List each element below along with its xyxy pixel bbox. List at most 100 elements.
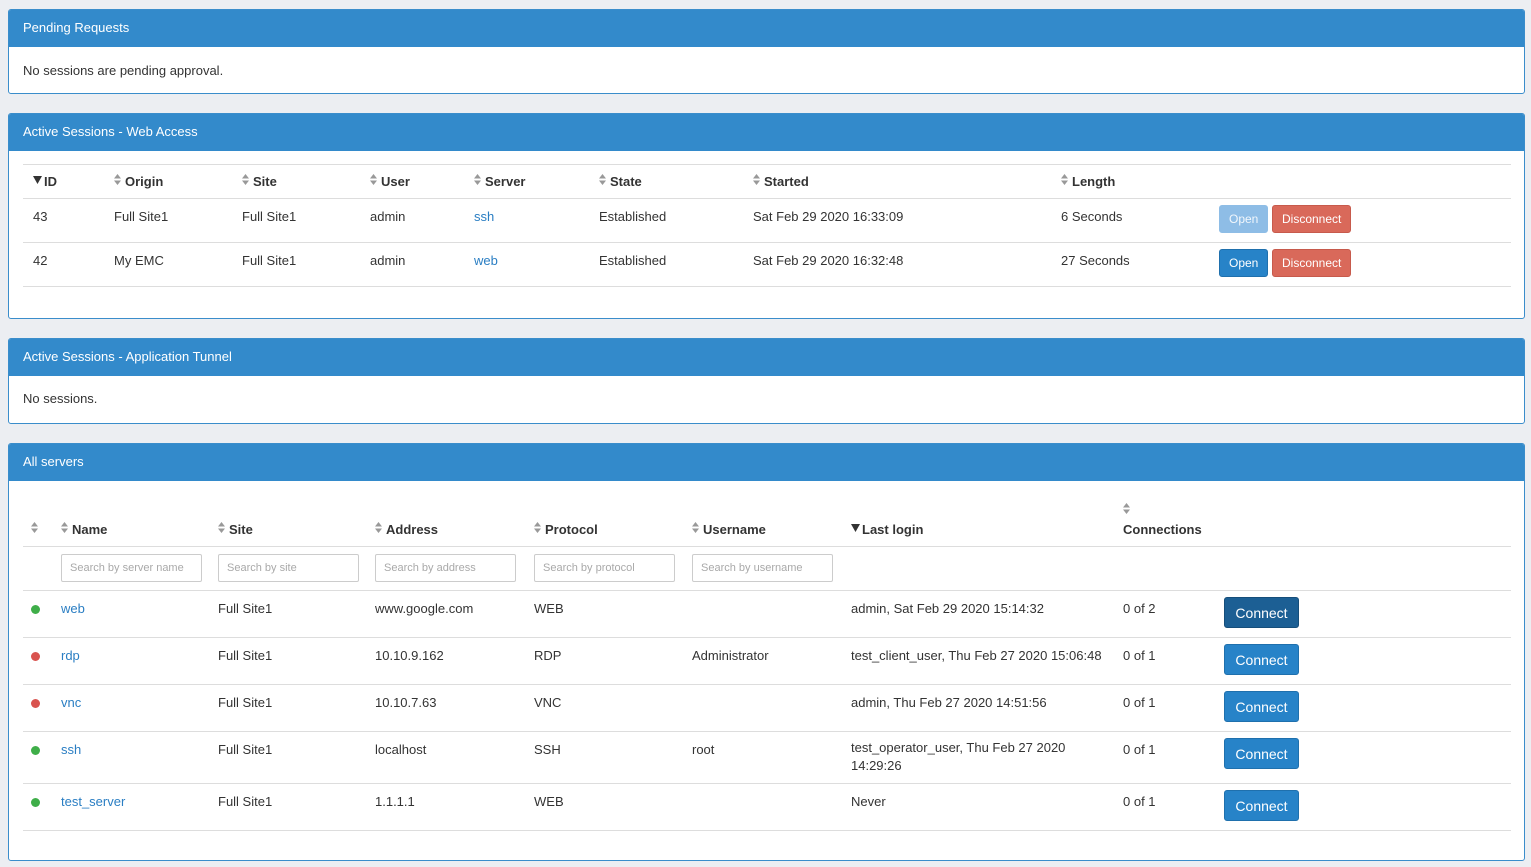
session-site: Full Site1 bbox=[242, 209, 297, 224]
sort-icon bbox=[753, 174, 761, 185]
open-button[interactable]: Open bbox=[1219, 249, 1269, 277]
table-row: ssh Full Site1 localhost SSH root test_o… bbox=[23, 731, 1511, 783]
pending-requests-panel: Pending Requests No sessions are pending… bbox=[8, 9, 1525, 94]
filter-username-input[interactable] bbox=[692, 554, 833, 582]
server-site: Full Site1 bbox=[218, 793, 273, 809]
web-sessions-title: Active Sessions - Web Access bbox=[9, 114, 1524, 151]
server-address: www.google.com bbox=[375, 600, 474, 616]
session-id: 43 bbox=[33, 209, 48, 224]
column-header-site[interactable]: Site bbox=[232, 165, 360, 199]
sort-icon bbox=[1123, 502, 1131, 514]
sort-icon bbox=[31, 521, 39, 533]
sort-icon bbox=[599, 174, 607, 185]
table-row: vnc Full Site1 10.10.7.63 VNC admin, Thu… bbox=[23, 684, 1511, 731]
server-protocol: SSH bbox=[534, 741, 561, 757]
session-origin: My EMC bbox=[114, 253, 164, 268]
server-protocol: VNC bbox=[534, 694, 562, 710]
connect-button[interactable]: Connect bbox=[1224, 690, 1299, 722]
server-connections: 0 of 1 bbox=[1123, 647, 1156, 663]
server-address: localhost bbox=[375, 741, 427, 757]
server-protocol: WEB bbox=[534, 793, 564, 809]
server-name-link[interactable]: vnc bbox=[61, 695, 81, 710]
column-header-started[interactable]: Started bbox=[743, 165, 1051, 199]
all-servers-title: All servers bbox=[9, 444, 1524, 481]
server-last-login: admin, Thu Feb 27 2020 14:51:56 bbox=[851, 694, 1047, 710]
session-state: Established bbox=[599, 253, 667, 268]
sort-desc-icon bbox=[851, 523, 860, 533]
tunnel-sessions-message: No sessions. bbox=[23, 391, 98, 406]
session-user: admin bbox=[370, 209, 406, 224]
connect-button[interactable]: Connect bbox=[1224, 643, 1299, 675]
session-origin: Full Site1 bbox=[114, 209, 169, 224]
sort-icon bbox=[61, 521, 69, 533]
filter-site-input[interactable] bbox=[218, 554, 359, 582]
session-server-link[interactable]: ssh bbox=[474, 209, 494, 224]
server-name-link[interactable]: web bbox=[61, 601, 85, 616]
sort-desc-icon bbox=[33, 175, 42, 185]
server-name-link[interactable]: test_server bbox=[61, 794, 125, 809]
web-sessions-panel: Active Sessions - Web Access ID Origin S… bbox=[8, 113, 1525, 319]
server-last-login: test_operator_user, Thu Feb 27 2020 14:2… bbox=[851, 739, 1066, 773]
server-connections: 0 of 1 bbox=[1123, 793, 1156, 809]
server-last-login: admin, Sat Feb 29 2020 15:14:32 bbox=[851, 600, 1044, 616]
column-header-last-login[interactable]: Last login bbox=[843, 491, 1115, 546]
open-button[interactable]: Open bbox=[1219, 205, 1269, 233]
column-header-id[interactable]: ID bbox=[23, 165, 104, 199]
session-length: 6 Seconds bbox=[1061, 209, 1123, 224]
column-header-connections[interactable]: Connections bbox=[1115, 491, 1216, 546]
sort-icon bbox=[474, 174, 482, 185]
column-header-site[interactable]: Site bbox=[210, 491, 367, 546]
sort-icon bbox=[692, 521, 700, 533]
server-site: Full Site1 bbox=[218, 600, 273, 616]
sort-icon bbox=[370, 174, 378, 185]
session-site: Full Site1 bbox=[242, 253, 297, 268]
disconnect-button[interactable]: Disconnect bbox=[1271, 249, 1352, 277]
column-header-status[interactable] bbox=[23, 491, 53, 546]
server-name-link[interactable]: rdp bbox=[61, 648, 80, 663]
server-protocol: RDP bbox=[534, 647, 562, 663]
server-site: Full Site1 bbox=[218, 741, 273, 757]
server-address: 10.10.7.63 bbox=[375, 694, 437, 710]
column-header-username[interactable]: Username bbox=[684, 491, 843, 546]
table-row: 43 Full Site1 Full Site1 admin ssh Estab… bbox=[23, 199, 1511, 243]
table-row: test_server Full Site1 1.1.1.1 WEB Never… bbox=[23, 783, 1511, 830]
sort-icon bbox=[534, 521, 542, 533]
filter-name-input[interactable] bbox=[61, 554, 202, 582]
filter-protocol-input[interactable] bbox=[534, 554, 675, 582]
connect-button[interactable]: Connect bbox=[1224, 789, 1299, 821]
server-connections: 0 of 1 bbox=[1123, 694, 1156, 710]
sort-icon bbox=[1061, 174, 1069, 185]
session-server-link[interactable]: web bbox=[474, 253, 498, 268]
column-header-server[interactable]: Server bbox=[464, 165, 589, 199]
sort-icon bbox=[114, 174, 122, 185]
web-sessions-table: ID Origin Site User Server State Started… bbox=[23, 164, 1511, 287]
server-last-login: Never bbox=[851, 793, 886, 809]
session-state: Established bbox=[599, 209, 667, 224]
column-header-origin[interactable]: Origin bbox=[104, 165, 232, 199]
session-started: Sat Feb 29 2020 16:33:09 bbox=[753, 209, 904, 224]
tunnel-sessions-title: Active Sessions - Application Tunnel bbox=[9, 339, 1524, 376]
disconnect-button[interactable]: Disconnect bbox=[1271, 205, 1352, 233]
connect-button[interactable]: Connect bbox=[1224, 737, 1299, 769]
column-header-actions bbox=[1209, 165, 1511, 199]
column-header-length[interactable]: Length bbox=[1051, 165, 1209, 199]
session-started: Sat Feb 29 2020 16:32:48 bbox=[753, 253, 904, 268]
pending-requests-title: Pending Requests bbox=[9, 10, 1524, 47]
connect-button[interactable]: Connect bbox=[1224, 596, 1299, 628]
column-header-state[interactable]: State bbox=[589, 165, 743, 199]
column-header-name[interactable]: Name bbox=[53, 491, 210, 546]
column-header-user[interactable]: User bbox=[360, 165, 464, 199]
filter-row bbox=[23, 546, 1511, 590]
column-header-address[interactable]: Address bbox=[367, 491, 526, 546]
server-username: root bbox=[692, 741, 715, 757]
column-header-actions bbox=[1216, 491, 1511, 546]
column-header-protocol[interactable]: Protocol bbox=[526, 491, 684, 546]
all-servers-panel: All servers Name Site Address Protocol U… bbox=[8, 443, 1525, 861]
server-name-link[interactable]: ssh bbox=[61, 742, 81, 757]
filter-address-input[interactable] bbox=[375, 554, 516, 582]
server-site: Full Site1 bbox=[218, 647, 273, 663]
server-protocol: WEB bbox=[534, 600, 564, 616]
status-online-icon bbox=[31, 604, 40, 614]
status-online-icon bbox=[31, 745, 40, 755]
table-row: rdp Full Site1 10.10.9.162 RDP Administr… bbox=[23, 637, 1511, 684]
